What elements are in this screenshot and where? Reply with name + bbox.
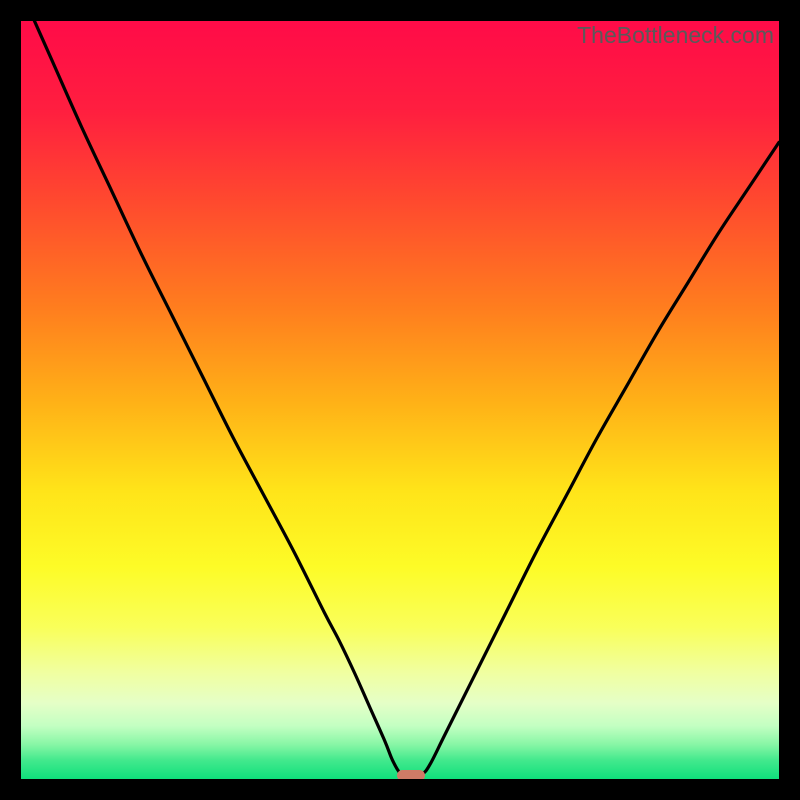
optimal-marker: [397, 770, 425, 779]
plot-area: [21, 21, 779, 779]
watermark-text: TheBottleneck.com: [577, 22, 774, 49]
bottleneck-curve: [21, 21, 779, 779]
chart-frame: TheBottleneck.com: [12, 12, 788, 788]
